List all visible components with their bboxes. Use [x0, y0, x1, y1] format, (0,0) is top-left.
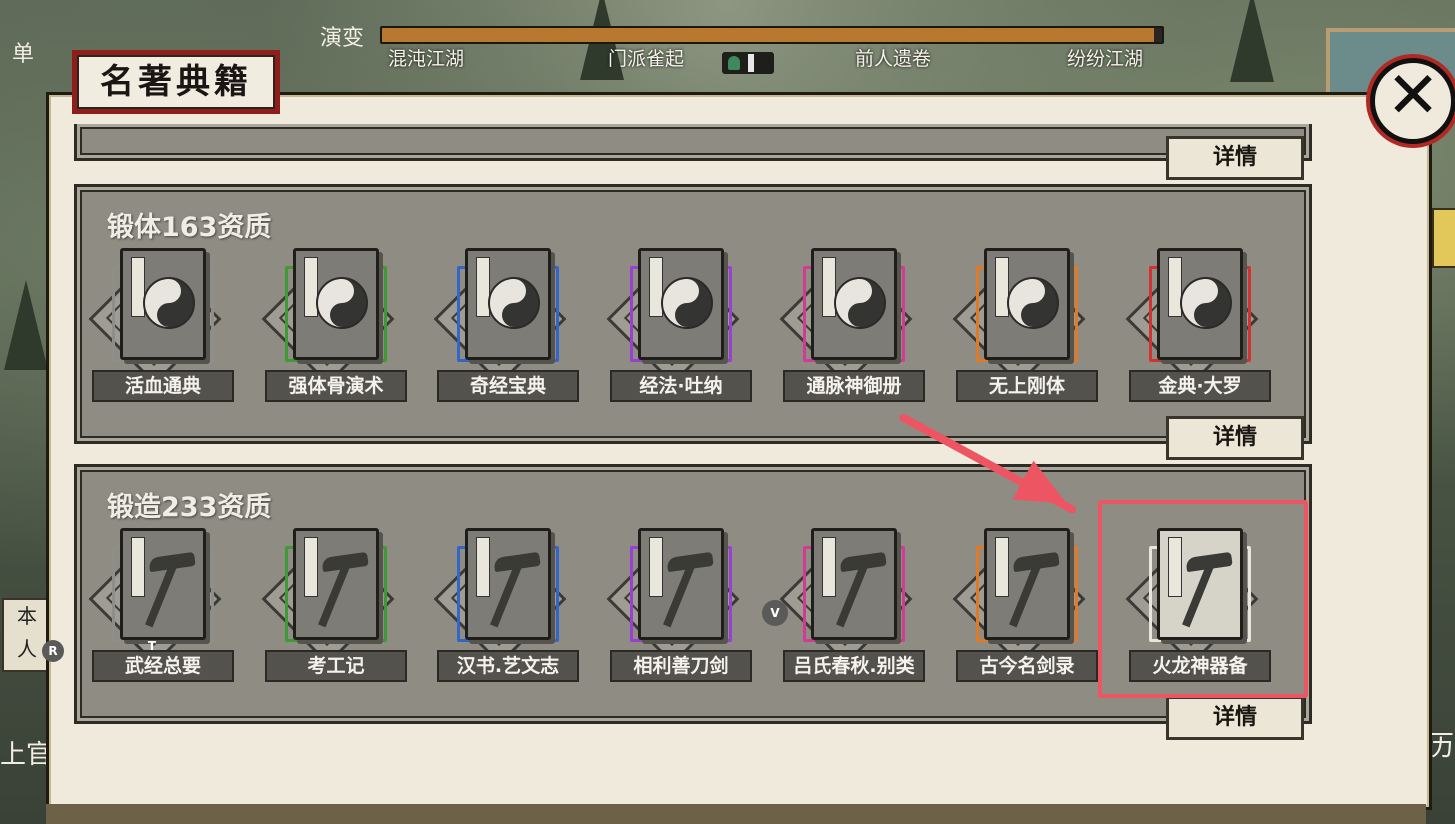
stage-label: 混沌江湖 [388, 48, 465, 70]
book-name: 无上刚体 [956, 370, 1098, 402]
hammer-icon [1007, 549, 1063, 629]
stage-label: 门派雀起 [608, 48, 685, 70]
yin-yang-icon [316, 277, 368, 329]
evolution-progress-bar [380, 26, 1164, 44]
book-card[interactable]: 相利善刀剑 [606, 526, 752, 696]
book-name: 金典·大罗 [1129, 370, 1271, 402]
hammer-icon [316, 549, 372, 629]
book-name: 奇经宝典 [437, 370, 579, 402]
book-cover [811, 248, 897, 360]
close-icon: ✕ [1386, 59, 1440, 133]
book-name: 相利善刀剑 [610, 650, 752, 682]
side-shangguan-text: 上官 [0, 740, 53, 770]
hammer-icon [488, 549, 544, 629]
hammer-icon [834, 549, 890, 629]
key-hint-v: V [762, 600, 788, 626]
book-cover [638, 528, 724, 640]
book-cover [120, 528, 206, 640]
stage-label: 纷纷江湖 [1067, 48, 1144, 70]
book-name: 经法·吐纳 [610, 370, 752, 402]
book-cover [293, 528, 379, 640]
book-card[interactable]: 无上刚体 [952, 246, 1098, 416]
tree-decoration [4, 280, 48, 370]
book-card[interactable]: 古今名剑录 [952, 526, 1098, 696]
book-cover [465, 528, 551, 640]
panel-title-frame: 名著典籍 [72, 50, 280, 114]
book-cover [120, 248, 206, 360]
book-card[interactable]: 考工记 [261, 526, 407, 696]
yin-yang-icon [834, 277, 886, 329]
book-name: 通脉神御册 [783, 370, 925, 402]
side-tag[interactable]: 单 [0, 36, 46, 67]
evolution-progress-fill [382, 28, 1155, 42]
close-button[interactable]: ✕ [1370, 48, 1455, 146]
hammer-icon [143, 549, 199, 629]
book-name: 汉书.艺文志 [437, 650, 579, 682]
book-cover [811, 528, 897, 640]
detail-button[interactable]: 详情 [1166, 136, 1304, 180]
book-card[interactable]: 经法·吐纳 [606, 246, 752, 416]
book-cover [1157, 248, 1243, 360]
tree-decoration [1230, 0, 1274, 82]
book-card[interactable]: 强体骨演术 [261, 246, 407, 416]
panel-bottom-bar [46, 804, 1426, 824]
yin-yang-icon [661, 277, 713, 329]
right-side-tab[interactable] [1432, 208, 1455, 268]
book-cover [984, 248, 1070, 360]
book-name: 考工记 [265, 650, 407, 682]
section-partial [74, 124, 1312, 161]
book-card[interactable]: 活血通典 [88, 246, 234, 416]
book-card[interactable]: 通脉神御册 [779, 246, 925, 416]
yin-yang-icon [1007, 277, 1059, 329]
highlight-box [1098, 500, 1308, 698]
key-hint-t: T [147, 639, 157, 653]
book-card[interactable]: 金典·大罗 [1125, 246, 1271, 416]
detail-button[interactable]: 详情 [1166, 416, 1304, 460]
book-name: 武经总要 [92, 650, 234, 682]
book-card[interactable]: 武经总要 [88, 526, 234, 696]
key-hint-r: R [42, 640, 64, 662]
book-name: 吕氏春秋.别类 [783, 650, 925, 682]
detail-button[interactable]: 详情 [1166, 696, 1304, 740]
book-card[interactable]: 汉书.艺文志 [433, 526, 579, 696]
book-cover [984, 528, 1070, 640]
section-title: 锻造233资质 [107, 492, 272, 523]
evolution-label: 演变 [320, 26, 365, 51]
book-cover [465, 248, 551, 360]
yin-yang-icon [1180, 277, 1232, 329]
book-card[interactable]: 吕氏春秋.别类 [779, 526, 925, 696]
stage-label: 前人遗卷 [855, 48, 932, 70]
book-card[interactable]: 奇经宝典 [433, 246, 579, 416]
yin-yang-icon [488, 277, 540, 329]
panel-title: 名著典籍 [77, 55, 275, 109]
book-name: 古今名剑录 [956, 650, 1098, 682]
yin-yang-icon [143, 277, 195, 329]
book-name: 强体骨演术 [265, 370, 407, 402]
progress-marker [722, 52, 774, 74]
side-ben-text: 本 [17, 604, 37, 628]
book-cover [293, 248, 379, 360]
book-name: 活血通典 [92, 370, 234, 402]
section-title: 锻体163资质 [107, 212, 272, 243]
side-ben-button[interactable]: 本 人 [2, 598, 52, 672]
hammer-icon [661, 549, 717, 629]
book-cover [638, 248, 724, 360]
